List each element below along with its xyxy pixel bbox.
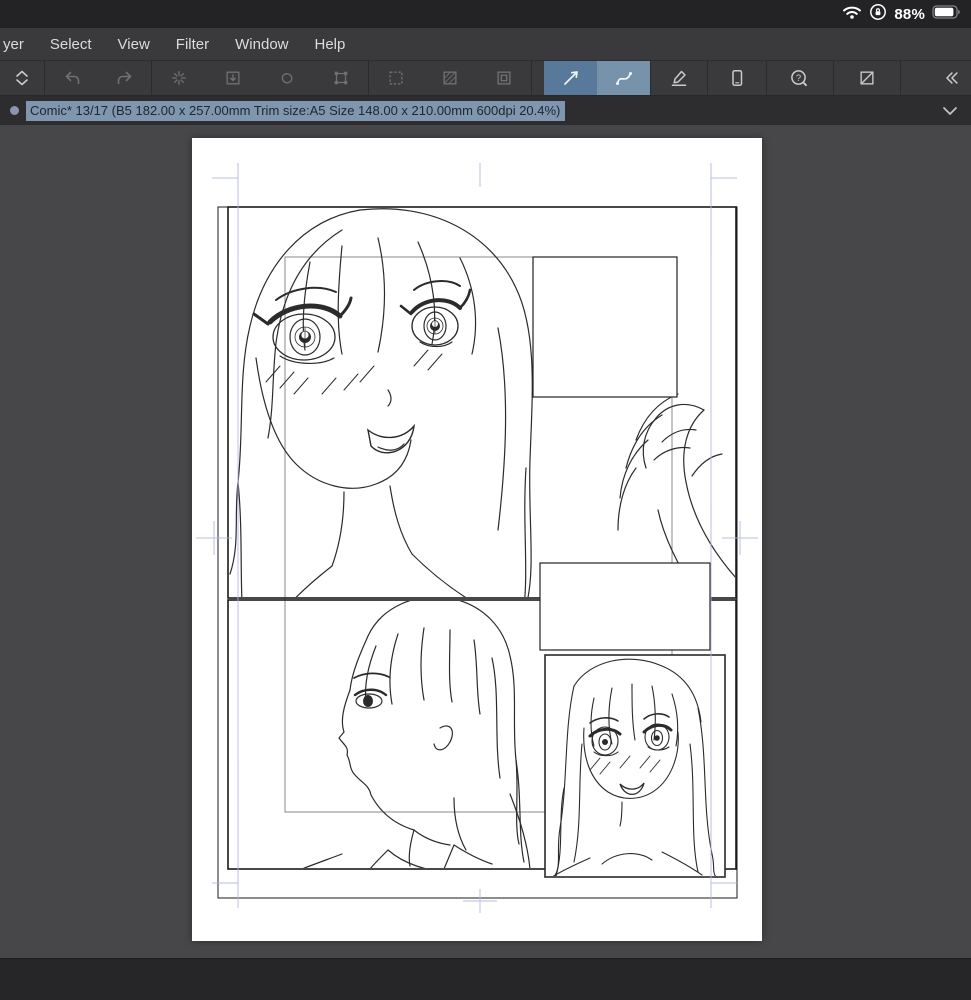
svg-text:?: ? — [796, 73, 801, 84]
canvas-workspace[interactable] — [0, 125, 971, 958]
command-toolbar: ? — [0, 60, 971, 95]
page-artwork — [196, 163, 758, 913]
diagonal-line-icon — [563, 71, 578, 85]
snap-grid-button[interactable] — [260, 61, 314, 95]
diagonal-square-icon — [860, 71, 874, 85]
redo-icon — [117, 71, 131, 85]
collapse-toolbar-button[interactable] — [931, 61, 971, 95]
chevron-up-down-icon — [16, 70, 28, 86]
menu-bar: yer Select View Filter Window Help — [0, 28, 971, 60]
sub-panel-frame — [544, 654, 726, 878]
transform-button[interactable] — [314, 61, 368, 95]
straight-line-tool-button[interactable] — [544, 61, 597, 95]
menu-item-filter[interactable]: Filter — [176, 36, 209, 53]
redo-button[interactable] — [98, 61, 151, 95]
help-button[interactable]: ? — [767, 61, 833, 95]
document-tab-bar: Comic* 13/17 (B5 182.00 x 257.00mm Trim … — [0, 95, 971, 125]
dashed-square-icon — [389, 71, 403, 85]
battery-icon — [932, 5, 961, 24]
help-pen-icon: ? — [791, 70, 808, 87]
companion-device-button[interactable] — [708, 61, 766, 95]
battery-percent: 88% — [894, 5, 925, 23]
tool-cycle-button[interactable] — [0, 61, 44, 95]
panel2-artwork — [302, 601, 531, 868]
undo-icon — [65, 71, 79, 85]
phone-icon — [732, 70, 743, 86]
burst-icon — [172, 71, 186, 85]
snap-ruler-button[interactable] — [152, 61, 206, 95]
double-chevron-left-icon — [946, 72, 958, 84]
wifi-icon — [842, 4, 862, 25]
chevron-down-icon — [943, 106, 957, 115]
menu-item-help[interactable]: Help — [315, 36, 346, 53]
square-drop-icon — [226, 71, 240, 85]
status-bar: 88% — [0, 0, 971, 28]
pen-line-icon — [671, 70, 687, 86]
document-modified-dot — [10, 106, 19, 115]
document-tab[interactable]: Comic* 13/17 (B5 182.00 x 257.00mm Trim … — [26, 100, 566, 121]
tab-list-button[interactable] — [941, 105, 959, 117]
menu-item-view[interactable]: View — [118, 36, 150, 53]
selection-launcher-button[interactable] — [477, 61, 531, 95]
lasso-icon — [281, 73, 293, 84]
snap-special-ruler-button[interactable] — [206, 61, 260, 95]
curve-icon — [615, 72, 632, 85]
bottom-bar — [0, 958, 971, 1000]
screen-toggle-button[interactable] — [834, 61, 900, 95]
curve-tool-button[interactable] — [597, 61, 650, 95]
menu-item-select[interactable]: Select — [50, 36, 92, 53]
hatched-square-icon — [443, 71, 457, 85]
transform-frame-icon — [334, 71, 348, 85]
nested-square-icon — [497, 71, 511, 85]
rotation-lock-icon — [869, 3, 887, 26]
document-page[interactable] — [192, 138, 762, 941]
pen-line-tool-button[interactable] — [651, 61, 707, 95]
selection-mask-button[interactable] — [423, 61, 477, 95]
select-area-button[interactable] — [369, 61, 423, 95]
undo-button[interactable] — [45, 61, 98, 95]
menu-item-layer-truncated[interactable]: yer — [3, 36, 24, 53]
menu-item-window[interactable]: Window — [235, 36, 288, 53]
